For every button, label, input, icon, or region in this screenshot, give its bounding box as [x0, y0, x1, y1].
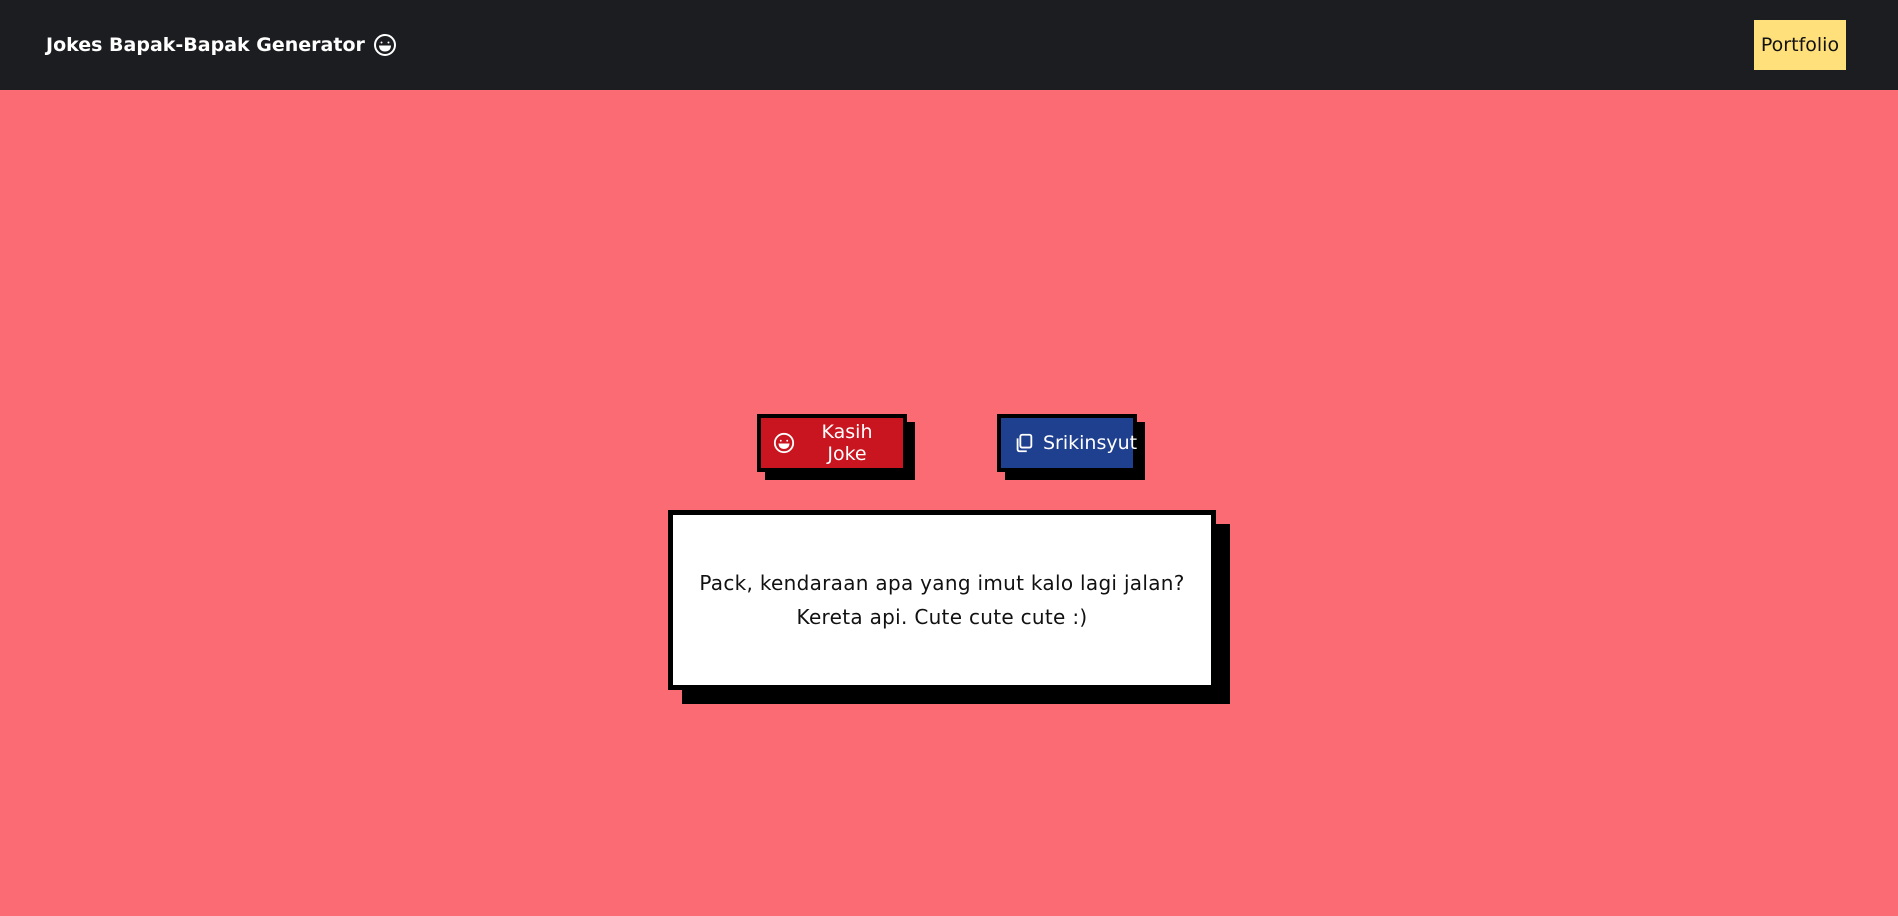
copy-joke-button[interactable]: Srikinsyut — [997, 414, 1137, 472]
navbar: Jokes Bapak-Bapak Generator Portfolio — [0, 0, 1898, 90]
action-buttons: Kasih Joke Srikinsyut — [0, 414, 1898, 474]
app-title: Jokes Bapak-Bapak Generator — [46, 34, 365, 56]
joke-card: Pack, kendaraan apa yang imut kalo lagi … — [668, 510, 1216, 690]
grin-icon — [373, 34, 396, 56]
copy-icon — [1016, 433, 1033, 453]
portfolio-button[interactable]: Portfolio — [1754, 20, 1846, 70]
kasih-joke-button[interactable]: Kasih Joke — [757, 414, 907, 472]
kasih-joke-label: Kasih Joke — [821, 421, 873, 465]
joke-answer: Kereta api. Cute cute cute :) — [796, 605, 1088, 629]
brand[interactable]: Jokes Bapak-Bapak Generator — [46, 33, 397, 57]
joke-question: Pack, kendaraan apa yang imut kalo lagi … — [699, 571, 1185, 595]
grin-icon — [773, 432, 795, 454]
copy-joke-label: Srikinsyut — [1043, 432, 1138, 454]
